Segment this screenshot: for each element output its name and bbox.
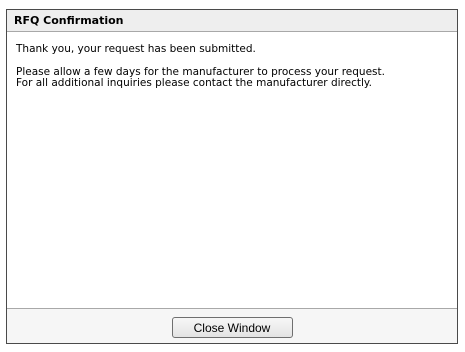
dialog-content: Thank you, your request has been submitt… xyxy=(7,32,457,309)
dialog-footer: Close Window xyxy=(7,309,457,343)
dialog-title: RFQ Confirmation xyxy=(7,10,457,32)
contact-notice: For all additional inquiries please cont… xyxy=(16,77,372,89)
confirmation-message: Thank you, your request has been submitt… xyxy=(16,43,256,55)
close-window-button[interactable]: Close Window xyxy=(171,317,293,338)
rfq-confirmation-dialog: RFQ Confirmation Thank you, your request… xyxy=(6,9,458,344)
